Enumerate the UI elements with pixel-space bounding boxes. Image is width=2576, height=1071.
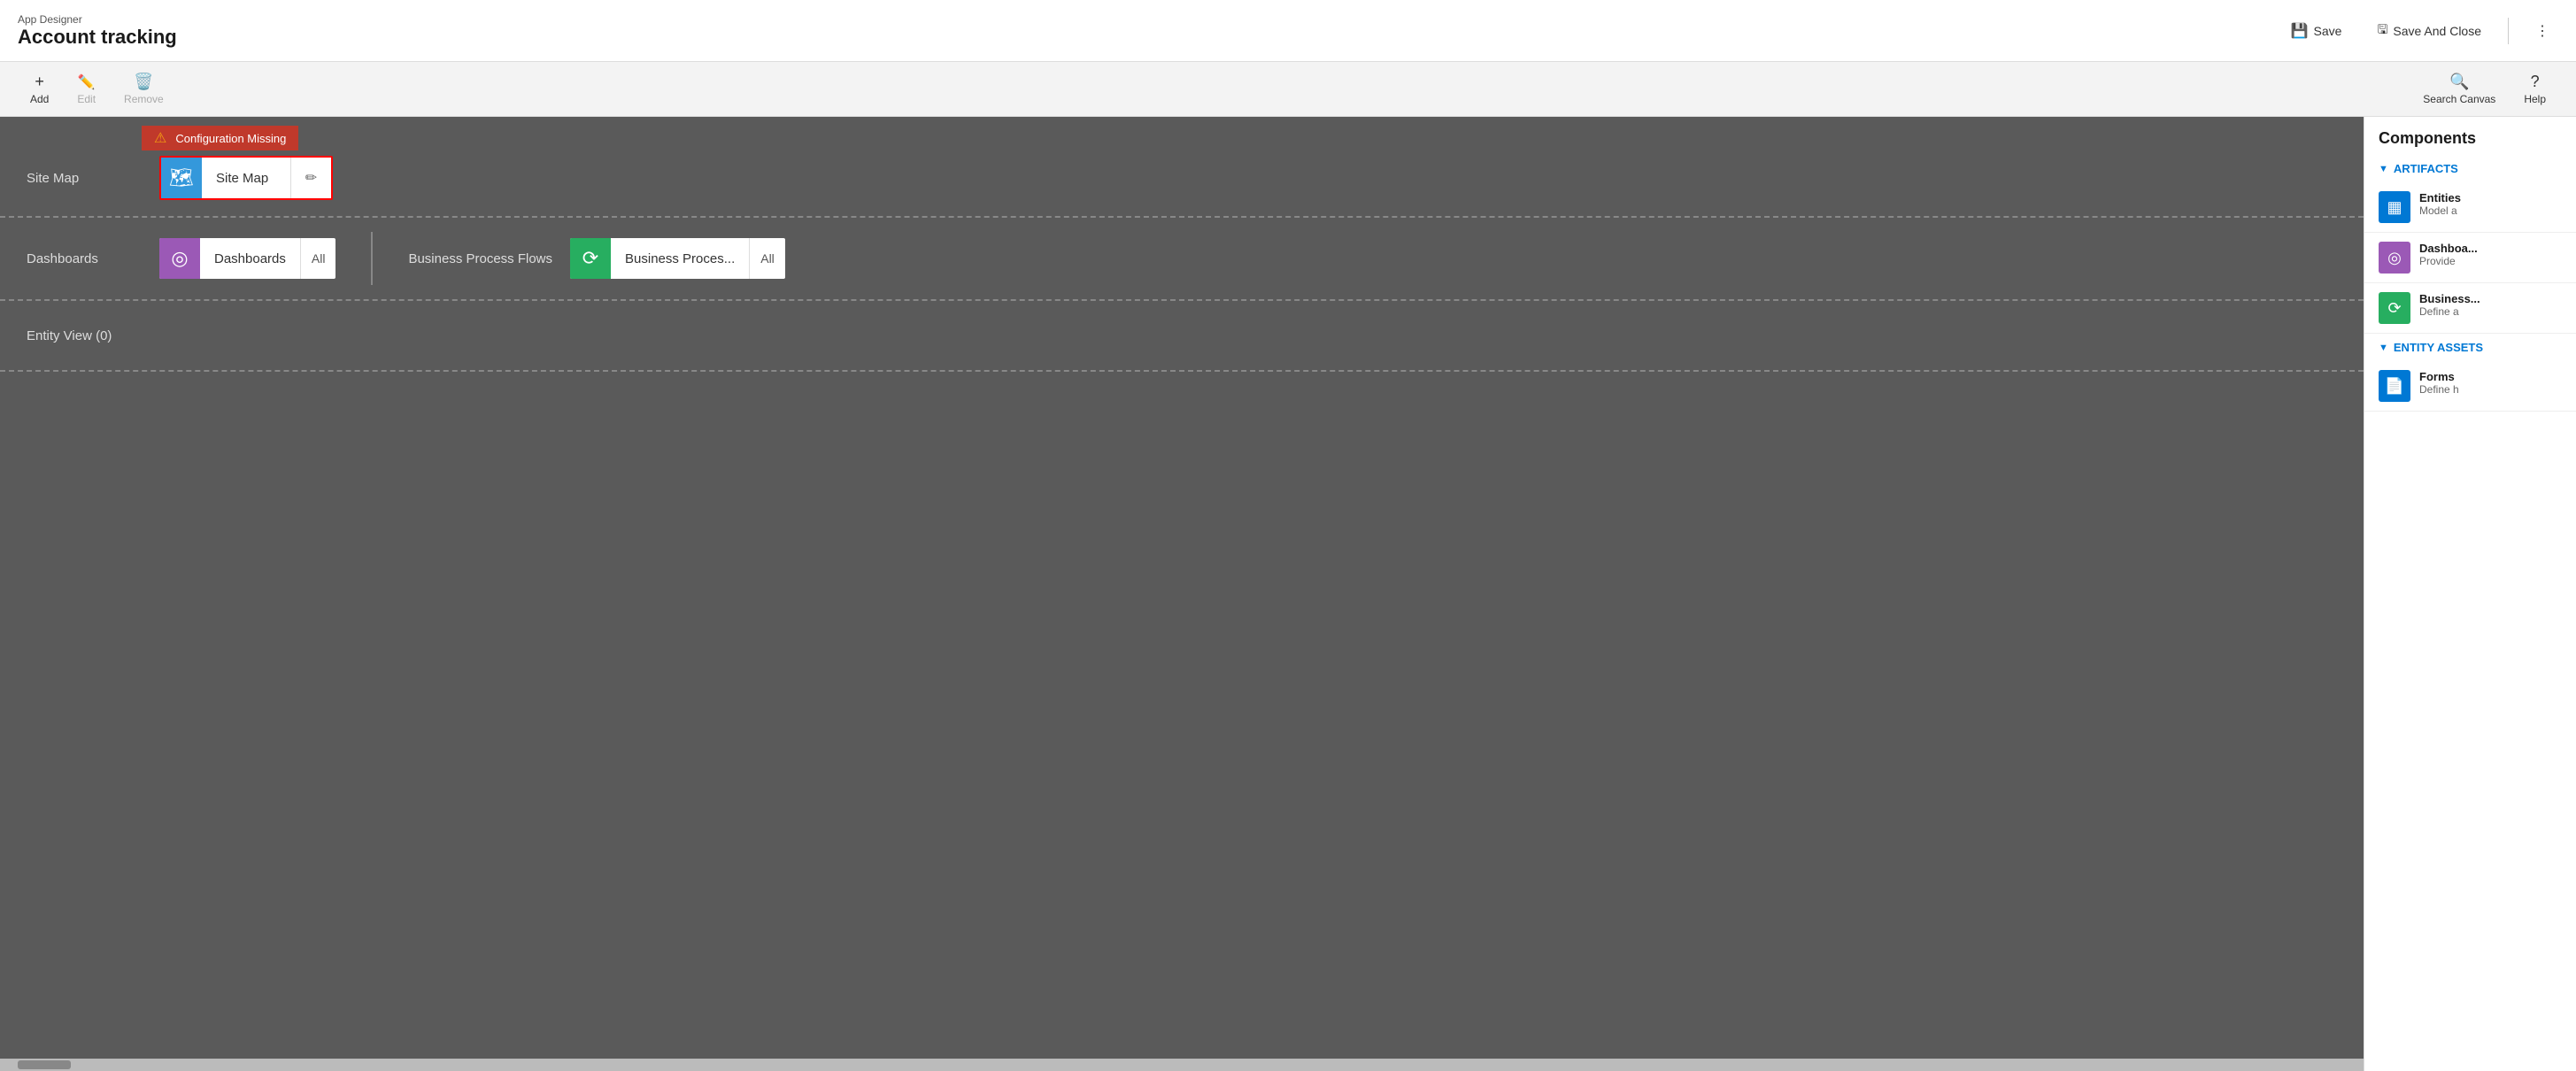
forms-panel-icon: 📄: [2379, 370, 2410, 402]
dashboards-label: Dashboards: [27, 251, 142, 266]
panel-item-business[interactable]: ⟳ Business... Define a: [2364, 283, 2576, 334]
save-close-icon: 🖫: [2377, 20, 2387, 42]
dashboards-bpf-row: Dashboards ◎ Dashboards All Business Pro…: [0, 218, 2364, 301]
dashboards-panel-text: Dashboa... Provide: [2419, 242, 2478, 267]
header-left: App Designer Account tracking: [18, 13, 177, 49]
panel-item-dashboards[interactable]: ◎ Dashboa... Provide: [2364, 233, 2576, 283]
config-missing-text: Configuration Missing: [175, 132, 286, 145]
warning-icon: ⚠: [154, 129, 166, 147]
site-map-icon: 🗺: [161, 158, 202, 198]
edit-button[interactable]: ✏️ Edit: [65, 68, 108, 111]
entity-view-label: Entity View (0): [27, 328, 142, 343]
edit-label: Edit: [77, 93, 96, 105]
entity-view-row: Entity View (0): [0, 301, 2364, 372]
forms-panel-text: Forms Define h: [2419, 370, 2459, 396]
business-panel-text: Business... Define a: [2419, 292, 2480, 318]
app-label: App Designer: [18, 13, 177, 26]
entities-name: Entities: [2419, 191, 2461, 204]
save-close-label: Save And Close: [2393, 24, 2481, 38]
panel-item-entities[interactable]: ▦ Entities Model a: [2364, 182, 2576, 233]
bpf-all-button[interactable]: All: [749, 238, 785, 279]
entity-assets-chevron-icon: ▼: [2379, 343, 2388, 353]
bpf-card[interactable]: ⟳ Business Proces... All: [570, 238, 785, 279]
row-separator: [371, 232, 373, 285]
site-map-edit-button[interactable]: ✏: [290, 158, 331, 198]
save-close-button[interactable]: 🖫 Save And Close: [2368, 15, 2490, 47]
remove-icon: 🗑️: [134, 73, 153, 91]
panel-title: Components: [2364, 117, 2576, 155]
help-button[interactable]: ? Help: [2511, 67, 2558, 111]
remove-button[interactable]: 🗑️ Remove: [112, 67, 176, 111]
canvas-area[interactable]: ⚠ Configuration Missing Site Map 🗺 Site …: [0, 117, 2364, 1071]
site-map-label: Site Map: [27, 171, 142, 186]
toolbar: + Add ✏️ Edit 🗑️ Remove 🔍 Search Canvas …: [0, 62, 2576, 117]
forms-panel-name: Forms: [2419, 370, 2459, 383]
entities-desc: Model a: [2419, 204, 2461, 217]
dashboards-panel-name: Dashboa...: [2419, 242, 2478, 255]
main-area: ⚠ Configuration Missing Site Map 🗺 Site …: [0, 117, 2576, 1071]
add-button[interactable]: + Add: [18, 67, 61, 111]
help-icon: ?: [2531, 73, 2540, 91]
add-label: Add: [30, 93, 49, 105]
dashboards-card-label: Dashboards: [200, 251, 300, 266]
add-icon: +: [35, 73, 44, 91]
business-panel-desc: Define a: [2419, 305, 2480, 318]
site-map-row: ⚠ Configuration Missing Site Map 🗺 Site …: [0, 117, 2364, 218]
entities-text: Entities Model a: [2419, 191, 2461, 217]
panel-item-forms[interactable]: 📄 Forms Define h: [2364, 361, 2576, 412]
bpf-icon: ⟳: [570, 238, 611, 279]
canvas-empty-space: [0, 372, 2364, 1059]
toolbar-left: + Add ✏️ Edit 🗑️ Remove: [18, 67, 176, 111]
forms-panel-desc: Define h: [2419, 383, 2459, 396]
help-label: Help: [2524, 93, 2546, 105]
save-label: Save: [2314, 24, 2342, 38]
site-map-card-label: Site Map: [202, 171, 290, 186]
search-icon: 🔍: [2449, 73, 2469, 91]
dashboards-card[interactable]: ◎ Dashboards All: [159, 238, 335, 279]
business-panel-name: Business...: [2419, 292, 2480, 305]
app-name: Account tracking: [18, 26, 177, 49]
dashboards-all-button[interactable]: All: [300, 238, 336, 279]
header-right: 💾 Save 🖫 Save And Close ⋮: [2282, 15, 2558, 47]
site-map-card[interactable]: 🗺 Site Map ✏: [159, 156, 333, 200]
entity-assets-label: ENTITY ASSETS: [2394, 341, 2483, 354]
right-panel: Components ▼ ARTIFACTS ▦ Entities Model …: [2364, 117, 2576, 1071]
save-button[interactable]: 💾 Save: [2282, 17, 2351, 45]
business-panel-icon: ⟳: [2379, 292, 2410, 324]
header: App Designer Account tracking 💾 Save 🖫 S…: [0, 0, 2576, 62]
canvas-hscroll-thumb: [18, 1060, 71, 1069]
search-label: Search Canvas: [2423, 93, 2495, 105]
search-canvas-button[interactable]: 🔍 Search Canvas: [2410, 67, 2508, 111]
toolbar-right: 🔍 Search Canvas ? Help: [2410, 67, 2558, 111]
artifacts-section-header[interactable]: ▼ ARTIFACTS: [2364, 155, 2576, 182]
sitemap-content: Site Map 🗺 Site Map ✏: [27, 156, 333, 200]
save-icon: 💾: [2291, 22, 2309, 40]
artifacts-chevron-icon: ▼: [2379, 164, 2388, 174]
remove-label: Remove: [124, 93, 164, 105]
dashboards-panel-icon: ◎: [2379, 242, 2410, 274]
bpf-label: Business Process Flows: [408, 251, 552, 266]
entity-assets-section-header[interactable]: ▼ ENTITY ASSETS: [2364, 334, 2576, 361]
header-divider: [2508, 18, 2509, 44]
dashboards-icon: ◎: [159, 238, 200, 279]
artifacts-label: ARTIFACTS: [2394, 162, 2458, 175]
canvas-horizontal-scrollbar[interactable]: [0, 1059, 2364, 1071]
bpf-card-label: Business Proces...: [611, 251, 749, 266]
dashboards-panel-desc: Provide: [2419, 255, 2478, 267]
more-options-button[interactable]: ⋮: [2526, 17, 2558, 45]
more-icon: ⋮: [2535, 22, 2549, 40]
edit-icon: ✏️: [78, 73, 96, 91]
entities-icon: ▦: [2379, 191, 2410, 223]
config-missing-banner: ⚠ Configuration Missing: [142, 126, 298, 150]
